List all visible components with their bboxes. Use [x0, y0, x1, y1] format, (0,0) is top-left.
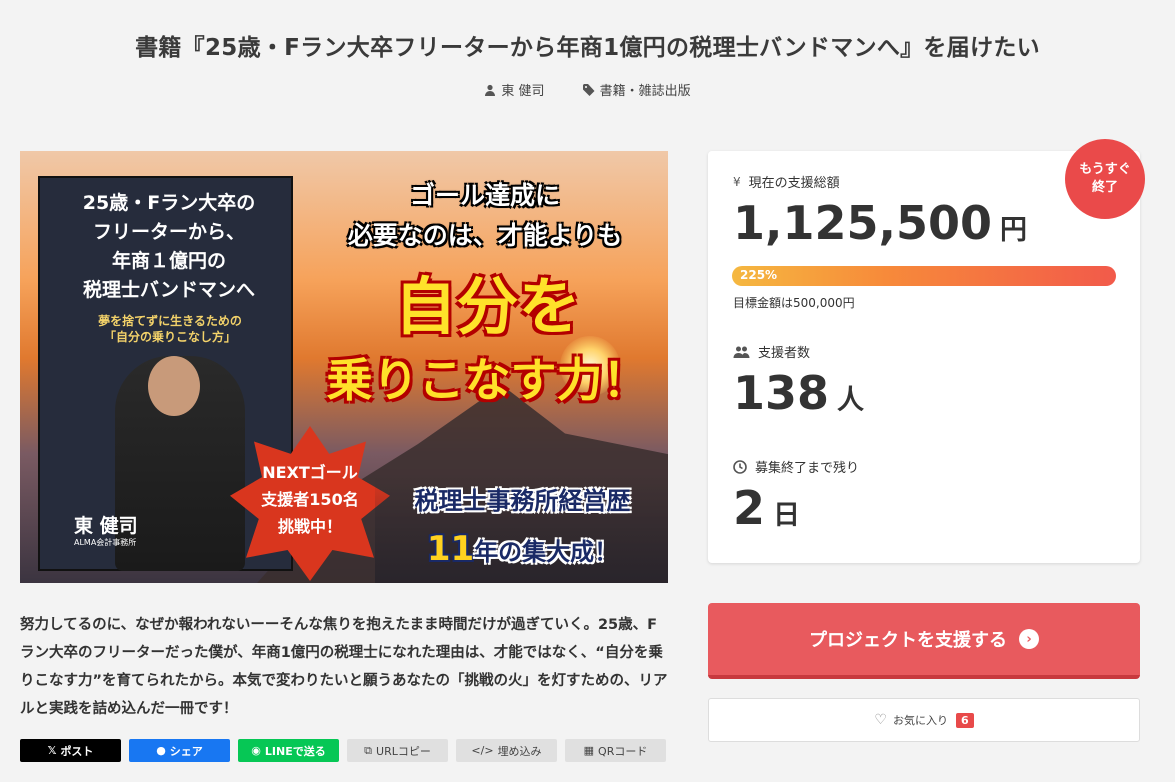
share-line-button[interactable]: ◉ LINEで送る [238, 739, 339, 762]
favorite-button[interactable]: ♡ お気に入り 6 [708, 698, 1140, 742]
copy-url-button[interactable]: ⧉ URLコピー [347, 739, 448, 762]
next-goal-text: NEXTゴール 支援者150名 挑戦中！ [261, 463, 359, 536]
code-icon: </> [471, 744, 494, 757]
copy-icon: ⧉ [364, 743, 373, 757]
embed-label: 埋め込み [497, 744, 542, 758]
supporters-label: 支援者数 [733, 342, 810, 361]
amount-value: 1,125,500 円 [733, 196, 1027, 250]
amount-number: 1,125,500 [733, 196, 992, 250]
author-name: 東 健司 [501, 84, 545, 99]
author-face [148, 356, 200, 416]
supporters-unit: 人 [837, 385, 865, 416]
project-hero-image: 25歳・Fラン大卒の フリーターから、 年商１億円の 税理士バンドマンへ 夢を捨… [20, 151, 668, 583]
funding-progress-text: 225% [740, 268, 778, 282]
goal-amount: 目標金額は500,000円 [733, 296, 855, 310]
favorite-label: お気に入り [892, 714, 948, 727]
clock-icon [733, 459, 747, 474]
author-link[interactable]: 東 健司 [484, 80, 545, 99]
tag-icon [582, 83, 595, 96]
experience-banner-line2: 11年の集大成！ [380, 529, 665, 569]
embed-button[interactable]: </> 埋め込み [456, 739, 557, 762]
x-logo-icon: 𝕏 [47, 744, 57, 757]
experience-banner-line1: 税理士事務所経営歴 [414, 487, 631, 515]
qr-code-label: QRコード [598, 744, 648, 758]
experience-years: 11 [426, 529, 475, 569]
share-x-label: ポスト [60, 744, 94, 758]
line-icon: ◉ [251, 744, 261, 757]
supporters-number: 138 [733, 366, 830, 420]
share-bar: 𝕏 ポスト ● シェア ◉ LINEで送る ⧉ URLコピー </> 埋め込み ▦ QRコー… [20, 739, 666, 762]
favorite-count: 6 [955, 712, 974, 728]
hero-catchphrase: 自分を 乗りこなす力！ [305, 269, 668, 415]
hero-catchphrase-line1: 自分を [394, 270, 581, 343]
book-cover-title: 25歳・Fラン大卒の フリーターから、 年商１億円の 税理士バンドマンへ [82, 192, 256, 301]
supporters-value: 138 人 [733, 366, 864, 420]
remaining-value: 2 日 [733, 481, 800, 535]
remaining-number: 2 [733, 481, 766, 535]
category-link[interactable]: 書籍・雑誌出版 [582, 80, 691, 99]
share-facebook-label: シェア [169, 744, 203, 758]
hero-headline: ゴール達成に 必要なのは、才能よりも [347, 181, 623, 250]
qr-code-button[interactable]: ▦ QRコード [565, 739, 666, 762]
project-meta: 東 健司 書籍・雑誌出版 [0, 80, 1175, 99]
heart-icon: ♡ [874, 712, 887, 728]
remaining-label: 募集終了まで残り [733, 457, 859, 476]
page-title: 書籍『25歳・Fラン大卒フリーターから年商1億円の税理士バンドマンへ』を届けたい [135, 35, 1040, 61]
amount-label: ¥ 現在の支援総額 [733, 172, 840, 192]
hero-catchphrase-line2: 乗りこなす力！ [326, 353, 649, 407]
support-project-label: プロジェクトを支援する [809, 630, 1007, 651]
ending-soon-badge: もうすぐ 終了 [1065, 139, 1145, 219]
experience-banner-rest: 年の集大成！ [474, 538, 619, 566]
support-project-button[interactable]: プロジェクトを支援する › [708, 603, 1140, 679]
hero-author-name: 東 健司 [74, 515, 138, 537]
copy-url-label: URLコピー [376, 744, 431, 758]
chevron-right-icon: › [1019, 629, 1039, 649]
amount-unit: 円 [1000, 215, 1027, 246]
share-line-label: LINEで送る [264, 744, 326, 758]
hero-author-org: ALMA会計事務所 [74, 538, 137, 547]
users-icon [733, 346, 750, 358]
share-x-button[interactable]: 𝕏 ポスト [20, 739, 121, 762]
amount-label-text: 現在の支援総額 [748, 176, 840, 191]
facebook-icon: ● [156, 744, 166, 757]
funding-progress-bar [732, 266, 1116, 286]
qr-icon: ▦ [583, 744, 595, 757]
user-icon [485, 84, 496, 96]
project-description: 努力してるのに、なぜか報われないーーそんな焦りを抱えたまま時間だけが過ぎていく。… [20, 617, 668, 717]
remaining-label-text: 募集終了まで残り [755, 461, 860, 476]
yen-icon: ¥ [733, 174, 741, 189]
remaining-unit: 日 [773, 500, 801, 531]
book-cover-subtitle: 夢を捨てずに生きるための 「自分の乗りこなし方」 [98, 314, 242, 344]
share-facebook-button[interactable]: ● シェア [129, 739, 230, 762]
supporters-label-text: 支援者数 [758, 346, 811, 361]
category-name: 書籍・雑誌出版 [599, 84, 691, 99]
